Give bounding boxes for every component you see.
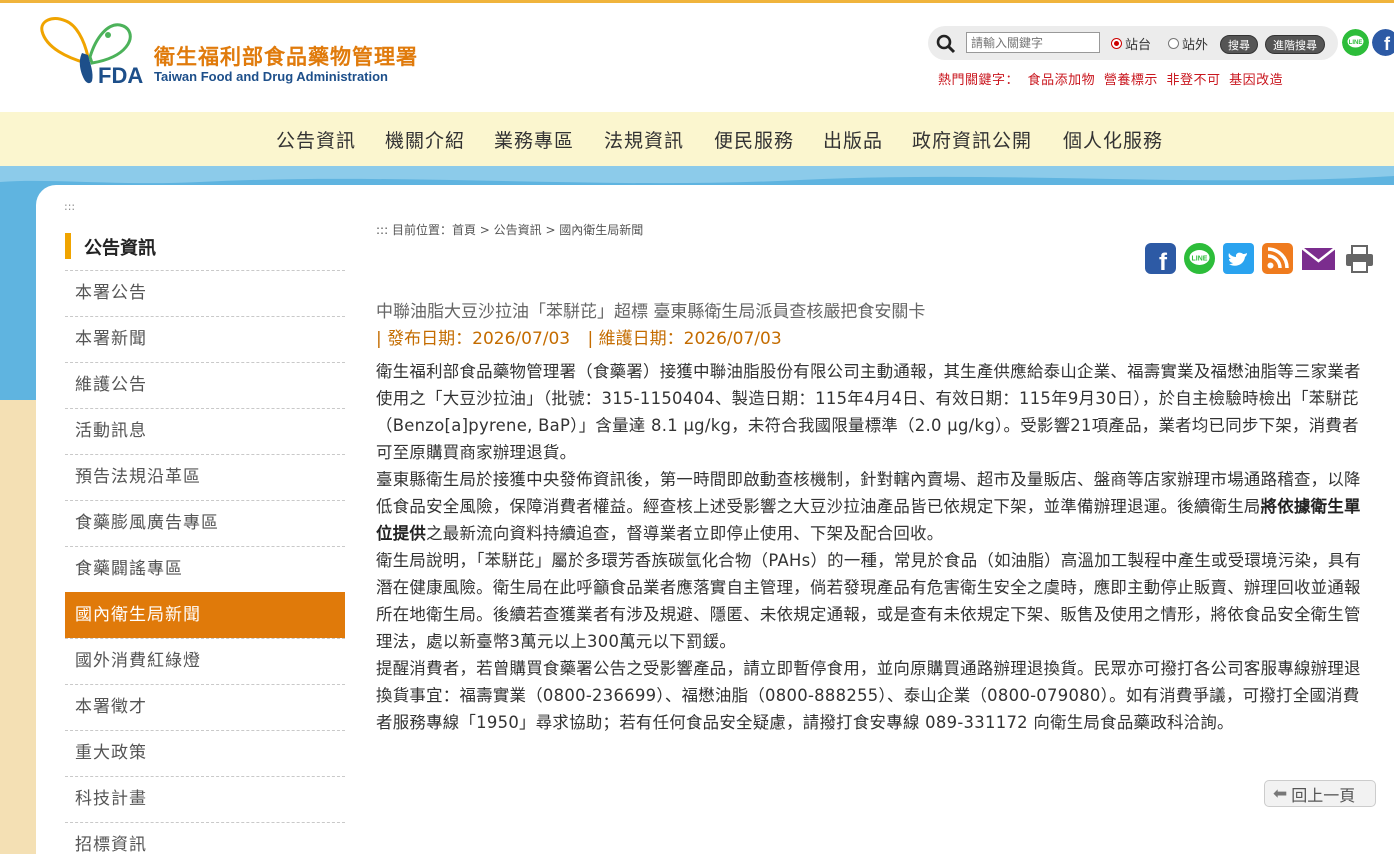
rss-icon[interactable] (1262, 243, 1293, 274)
sidebar-item[interactable]: 食藥闢謠專區 (65, 546, 345, 592)
article-dates: | 發布日期：2026/07/03 | 維護日期：2026/07/03 (376, 324, 794, 349)
hot-keyword[interactable]: 非登不可 (1166, 73, 1220, 88)
logo-title-en: Taiwan Food and Drug Administration (154, 69, 388, 84)
twitter-icon[interactable] (1223, 243, 1254, 274)
article-paragraph: 衛生局說明，「苯駢芘」屬於多環芳香族碳氫化合物（PAHs）的一種，常見於食品（如… (376, 551, 1362, 651)
sidebar-item[interactable]: 食藥膨風廣告專區 (65, 500, 345, 546)
article-body: 衛生福利部食品藥物管理署（食藥署）接獲中聯油脂股份有限公司主動通報，其生產供應給… (376, 358, 1374, 736)
logo-title-cn: 衛生福利部食品藥物管理署 (154, 45, 418, 69)
sidebar-item-active[interactable]: 國內衛生局新聞 (65, 592, 345, 638)
print-icon[interactable] (1344, 243, 1375, 274)
main-nav: 公告資訊 機關介紹 業務專區 法規資訊 便民服務 出版品 政府資訊公開 個人化服… (0, 112, 1394, 166)
hot-keywords-label: 熱門關鍵字： (938, 73, 1020, 88)
hot-keyword[interactable]: 營養標示 (1104, 73, 1158, 88)
sidebar-item[interactable]: 招標資訊 (65, 822, 345, 854)
sidebar-item[interactable]: 維護公告 (65, 362, 345, 408)
sidebar-item[interactable]: 本署公告 (65, 270, 345, 316)
sidebar-title: 公告資訊 (84, 238, 156, 259)
back-button-label: 回上一頁 (1291, 785, 1356, 805)
breadcrumb[interactable]: ::: 目前位置：首頁 > 公告資訊 > 國內衛生局新聞 (376, 221, 643, 238)
nav-item-regulations[interactable]: 法規資訊 (604, 126, 684, 153)
share-toolbar: f LINE (1145, 243, 1375, 275)
svg-text:f: f (1384, 34, 1391, 54)
radio-site[interactable]: 站台 (1111, 34, 1151, 53)
sidebar-menu: 本署公告 本署新聞 維護公告 活動訊息 預告法規沿革區 食藥膨風廣告專區 食藥闢… (65, 270, 345, 854)
site-header: FDA 衛生福利部食品藥物管理署 Taiwan Food and Drug Ad… (0, 3, 1394, 112)
sidebar-item[interactable]: 國外消費紅綠燈 (65, 638, 345, 684)
sidebar-item[interactable]: 預告法規沿革區 (65, 454, 345, 500)
left-decoration (0, 400, 36, 854)
radio-site-dot[interactable] (1111, 38, 1122, 49)
radio-external-label: 站外 (1182, 38, 1209, 53)
search-icon[interactable] (936, 34, 956, 54)
nav-item-services[interactable]: 便民服務 (714, 126, 794, 153)
sidebar-accesskey[interactable]: ::: (64, 200, 75, 213)
article-paragraph: 衛生福利部食品藥物管理署（食藥署）接獲中聯油脂股份有限公司主動通報，其生產供應給… (376, 362, 1361, 462)
line-icon[interactable]: LINE (1184, 243, 1215, 274)
radio-external[interactable]: 站外 (1168, 34, 1208, 53)
nav-item-business[interactable]: 業務專區 (494, 126, 574, 153)
line-icon[interactable]: LINE (1342, 29, 1369, 56)
article-text: 之最新流向資料持續追查，督導業者立即停止使用、下架及配合回收。 (426, 524, 944, 543)
facebook-icon[interactable]: f (1145, 243, 1176, 274)
svg-text:LINE: LINE (1349, 40, 1363, 46)
sidebar-item[interactable]: 活動訊息 (65, 408, 345, 454)
logo-abbr: FDA (98, 63, 144, 88)
hot-keywords: 熱門關鍵字： 食品添加物 營養標示 非登不可 基因改造 (938, 69, 1287, 88)
hot-keyword[interactable]: 食品添加物 (1028, 73, 1096, 88)
sidebar-item[interactable]: 本署徵才 (65, 684, 345, 730)
article-text: 臺東縣衛生局於接獲中央發佈資訊後，第一時間即啟動查核機制，針對轄內賣場、超市及量… (376, 470, 1361, 516)
nav-item-announcements[interactable]: 公告資訊 (276, 126, 356, 153)
svg-text:LINE: LINE (1192, 256, 1208, 263)
hot-keyword[interactable]: 基因改造 (1229, 73, 1283, 88)
advanced-search-button[interactable]: 進階搜尋 (1265, 35, 1325, 54)
sidebar-item[interactable]: 科技計畫 (65, 776, 345, 822)
back-button[interactable]: ⬅ 回上一頁 (1264, 780, 1376, 807)
article-paragraph: 提醒消費者，若曾購買食藥署公告之受影響產品，請立即暫停食用，並向原購買通路辦理退… (376, 659, 1361, 732)
search-bar: 站台 站外 搜尋 進階搜尋 (928, 26, 1338, 60)
nav-item-personal[interactable]: 個人化服務 (1063, 126, 1163, 153)
publish-date: | 發布日期：2026/07/03 (376, 329, 571, 349)
update-date: | 維護日期：2026/07/03 (587, 329, 782, 349)
sidebar-item[interactable]: 本署新聞 (65, 316, 345, 362)
fda-logo[interactable]: FDA 衛生福利部食品藥物管理署 Taiwan Food and Drug Ad… (38, 13, 428, 93)
svg-text:f: f (1159, 249, 1168, 274)
radio-external-dot[interactable] (1168, 38, 1179, 49)
search-button[interactable]: 搜尋 (1220, 35, 1258, 54)
sidebar-title-bar (65, 233, 71, 259)
back-arrow-icon: ⬅ (1273, 783, 1288, 804)
sidebar-item[interactable]: 重大政策 (65, 730, 345, 776)
nav-item-publications[interactable]: 出版品 (823, 126, 883, 153)
email-icon[interactable] (1301, 243, 1336, 274)
article-title: 中聯油脂大豆沙拉油「苯駢芘」超標 臺東縣衛生局派員查核嚴把食安關卡 (376, 302, 926, 322)
search-input[interactable] (966, 32, 1100, 53)
radio-site-label: 站台 (1125, 38, 1152, 53)
nav-item-about[interactable]: 機關介紹 (385, 126, 465, 153)
facebook-icon[interactable]: f (1372, 29, 1394, 56)
article-paragraph: 臺東縣衛生局於接獲中央發佈資訊後，第一時間即啟動查核機制，針對轄內賣場、超市及量… (376, 466, 1374, 547)
nav-item-gov-info[interactable]: 政府資訊公開 (912, 126, 1032, 153)
